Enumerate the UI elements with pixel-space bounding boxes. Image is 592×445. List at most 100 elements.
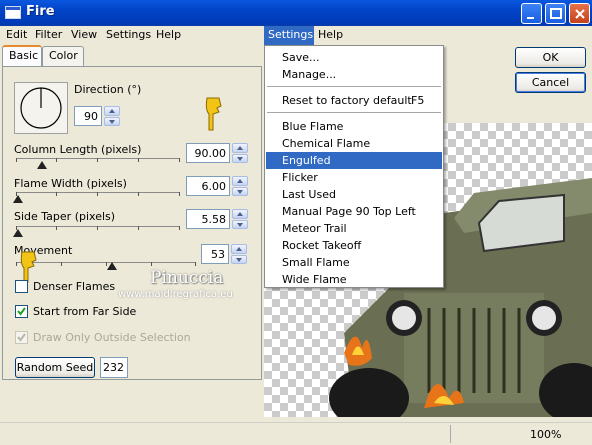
spin-down-icon[interactable] [104, 116, 120, 126]
start-far-side-checkbox[interactable] [15, 305, 28, 318]
menu-separator [267, 112, 441, 113]
menu-item-rocket-takeoff[interactable]: Rocket Takeoff [266, 237, 442, 254]
column-length-slider[interactable] [16, 158, 180, 159]
side-taper-slider[interactable] [16, 226, 180, 227]
flame-width-spinner[interactable]: 6.00 [186, 176, 248, 196]
close-button[interactable] [569, 3, 590, 24]
menu-item-wide-flame[interactable]: Wide Flame [266, 271, 442, 288]
column-length-label: Column Length (pixels) [14, 143, 142, 156]
side-taper-thumb[interactable] [13, 229, 23, 237]
menu-item-reset[interactable]: Reset to factory default F5 [266, 92, 442, 109]
slider-tick [179, 158, 180, 162]
slider-tick [179, 192, 180, 196]
minimize-icon [527, 17, 534, 19]
direction-field[interactable]: 90 [74, 106, 102, 126]
spin-down-icon[interactable] [232, 219, 248, 229]
direction-dial[interactable] [14, 82, 68, 134]
slider-tick [56, 226, 57, 230]
title-bar: Fire [0, 0, 592, 26]
menu-item-last-used[interactable]: Last Used [266, 186, 442, 203]
spin-down-icon[interactable] [232, 186, 248, 196]
slider-tick [97, 158, 98, 162]
app-icon [5, 6, 21, 19]
menu-separator [267, 86, 441, 87]
slider-tick [179, 226, 180, 230]
direction-spinner[interactable]: 90 [74, 106, 120, 126]
draw-only-outside-checkbox[interactable] [15, 331, 28, 344]
slider-tick [97, 192, 98, 196]
denser-flames-checkbox[interactable] [15, 280, 28, 293]
menu-help[interactable]: Help [156, 28, 181, 41]
minimize-button[interactable] [521, 3, 542, 24]
spin-up-icon[interactable] [232, 209, 248, 219]
spin-down-icon[interactable] [232, 153, 248, 163]
side-taper-field[interactable]: 5.58 [186, 209, 230, 229]
slider-tick [195, 262, 196, 266]
menu-item-meteor-trail[interactable]: Meteor Trail [266, 220, 442, 237]
menu-item-small-flame[interactable]: Small Flame [266, 254, 442, 271]
column-length-spinner[interactable]: 90.00 [186, 143, 248, 163]
denser-flames-label: Denser Flames [33, 280, 116, 293]
menu-item-engulfed[interactable]: Engulfed [266, 152, 442, 169]
spin-up-icon[interactable] [231, 244, 247, 254]
menu-filter[interactable]: Filter [35, 28, 62, 41]
zoom-level: 100% [530, 428, 562, 441]
spin-up-icon[interactable] [232, 143, 248, 153]
slider-tick [16, 262, 17, 266]
slider-tick [138, 226, 139, 230]
menu-item-chemical-flame[interactable]: Chemical Flame [266, 135, 442, 152]
slider-tick [56, 158, 57, 162]
maximize-icon [550, 8, 562, 19]
flame-width-thumb[interactable] [13, 195, 23, 203]
menu-item-manual-page[interactable]: Manual Page 90 Top Left [266, 203, 442, 220]
maximize-button[interactable] [545, 3, 566, 24]
status-bar: 100% [0, 422, 592, 445]
spin-up-icon[interactable] [232, 176, 248, 186]
cancel-button[interactable]: Cancel [515, 72, 586, 93]
close-icon [575, 9, 585, 19]
window-title: Fire [26, 4, 55, 19]
movement-field[interactable]: 53 [201, 244, 229, 264]
draw-only-outside-label: Draw Only Outside Selection [33, 331, 191, 344]
tab-basic[interactable]: Basic [2, 45, 42, 67]
side-taper-spinner[interactable]: 5.58 [186, 209, 248, 229]
menu-item-save[interactable]: Save... [266, 49, 442, 66]
direction-label: Direction (°) [74, 83, 142, 96]
menu-item-blue-flame[interactable]: Blue Flame [266, 118, 442, 135]
slider-tick [138, 158, 139, 162]
random-seed-field[interactable]: 232 [100, 357, 128, 378]
spin-up-icon[interactable] [104, 106, 120, 116]
watermark-url: www.maidiregrafica.eu [118, 289, 233, 300]
menu-help-right[interactable]: Help [318, 28, 343, 41]
menu-edit[interactable]: Edit [6, 28, 27, 41]
slider-tick [16, 158, 17, 162]
checkmark-icon [17, 307, 26, 316]
settings-dropdown: Save... Manage... Reset to factory defau… [264, 45, 444, 288]
flame-width-slider[interactable] [16, 192, 180, 193]
ok-button[interactable]: OK [515, 47, 586, 68]
random-seed-button[interactable]: Random Seed [15, 357, 95, 378]
menu-item-manage[interactable]: Manage... [266, 66, 442, 83]
menu-view[interactable]: View [71, 28, 97, 41]
menu-settings-open[interactable]: Settings [264, 26, 314, 45]
spin-down-icon[interactable] [231, 254, 247, 264]
column-length-thumb[interactable] [37, 161, 47, 169]
slider-tick [151, 262, 152, 266]
menu-settings[interactable]: Settings [106, 28, 151, 41]
pointing-hand-icon [20, 251, 37, 283]
status-divider [450, 425, 451, 443]
tab-color[interactable]: Color [42, 46, 84, 66]
menu-item-reset-label: Reset to factory default [282, 94, 412, 107]
flame-width-field[interactable]: 6.00 [186, 176, 230, 196]
menu-item-flicker[interactable]: Flicker [266, 169, 442, 186]
slider-tick [56, 192, 57, 196]
menu-item-reset-shortcut: F5 [411, 94, 425, 107]
movement-thumb[interactable] [107, 262, 117, 270]
slider-tick [97, 226, 98, 230]
tab-strip: Basic Color [0, 45, 262, 67]
column-length-field[interactable]: 90.00 [186, 143, 230, 163]
flame-width-label: Flame Width (pixels) [14, 177, 127, 190]
watermark-name: Pinuccia [150, 268, 224, 288]
movement-spinner[interactable]: 53 [201, 244, 247, 264]
slider-tick [138, 192, 139, 196]
